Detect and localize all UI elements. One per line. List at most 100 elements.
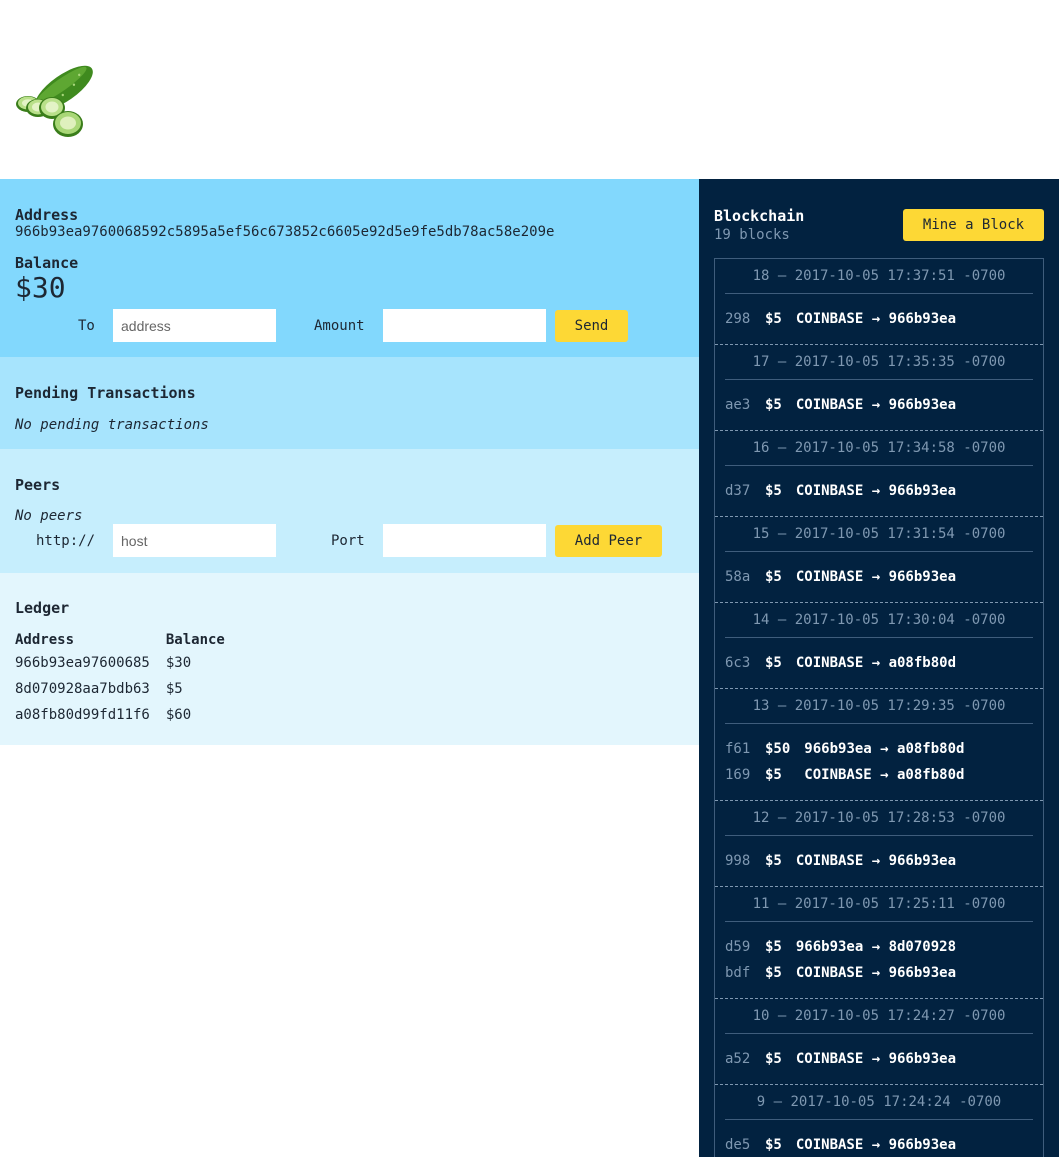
ledger-balance: $30	[165, 655, 192, 671]
send-button[interactable]: Send	[555, 310, 628, 342]
ledger-balance: $60	[165, 707, 192, 723]
transaction-row: bdf $5 COINBASE → 966b93ea	[725, 960, 1033, 986]
block-card: 10 — 2017-10-05 17:24:27 -0700 a52 $5 COIN…	[715, 999, 1043, 1085]
wallet-column: Address 966b93ea9760068592c5895a5ef56c67…	[0, 179, 699, 745]
mine-block-button[interactable]: Mine a Block	[903, 209, 1044, 241]
ledger-col-balance: Balance	[165, 632, 225, 648]
tx-id: bdf	[725, 965, 751, 981]
ledger-table: Address Balance 966b93ea97600685 $30 8d0…	[15, 630, 241, 728]
transaction-row: 298 $5 COINBASE → 966b93ea	[725, 306, 1033, 332]
tx-amount: $5	[765, 397, 782, 413]
block-card: 18 — 2017-10-05 17:37:51 -0700 298 $5 COIN…	[715, 259, 1043, 345]
block-card: 9 — 2017-10-05 17:24:24 -0700 de5 $5 COINB…	[715, 1085, 1043, 1157]
ledger-balance: $5	[165, 681, 183, 697]
tx-amount: $5	[765, 1137, 782, 1153]
pending-empty-text: No pending transactions	[15, 417, 209, 433]
send-form: To Amount Send	[0, 309, 699, 343]
protocol-label: http://	[36, 533, 96, 549]
address-label: Address	[15, 206, 79, 224]
cucumber-icon	[16, 65, 93, 137]
block-list: 18 — 2017-10-05 17:37:51 -0700 298 $5 COIN…	[714, 258, 1044, 1157]
transaction-row: 58a $5 COINBASE → 966b93ea	[725, 564, 1033, 590]
tx-flow: COINBASE → 966b93ea	[795, 483, 957, 499]
wallet-section: Address 966b93ea9760068592c5895a5ef56c67…	[0, 179, 699, 357]
block-count: 19 blocks	[714, 227, 790, 243]
tx-amount: $5	[765, 853, 782, 869]
to-address-input[interactable]	[113, 309, 276, 342]
transaction-row: 6c3 $5 COINBASE → a08fb80d	[725, 650, 1033, 676]
port-label: Port	[331, 533, 365, 549]
block-header: 12 — 2017-10-05 17:28:53 -0700	[725, 801, 1033, 836]
block-header: 17 — 2017-10-05 17:35:35 -0700	[725, 345, 1033, 380]
tx-flow: COINBASE → 966b93ea	[795, 1137, 957, 1153]
transaction-row: d59 $5 966b93ea → 8d070928	[725, 934, 1033, 960]
tx-amount: $50	[765, 741, 791, 757]
tx-id: d37	[725, 483, 751, 499]
peers-section: Peers No peers http:// Port Add Peer	[0, 449, 699, 573]
tx-flow: COINBASE → 966b93ea	[795, 569, 957, 585]
transaction-row: 169 $5 COINBASE → a08fb80d	[725, 762, 1033, 788]
tx-id: 58a	[725, 569, 751, 585]
tx-flow: COINBASE → 966b93ea	[795, 853, 957, 869]
to-label: To	[78, 318, 95, 334]
tx-flow: 966b93ea → 8d070928	[795, 939, 957, 955]
block-header: 15 — 2017-10-05 17:31:54 -0700	[725, 517, 1033, 552]
amount-input[interactable]	[383, 309, 546, 342]
block-header: 9 — 2017-10-05 17:24:24 -0700	[725, 1085, 1033, 1120]
tx-flow: COINBASE → a08fb80d	[795, 655, 957, 671]
tx-id: de5	[725, 1137, 751, 1153]
port-input[interactable]	[383, 524, 546, 557]
transaction-row: de5 $5 COINBASE → 966b93ea	[725, 1132, 1033, 1157]
block-card: 13 — 2017-10-05 17:29:35 -0700 f61 $50 966…	[715, 689, 1043, 801]
header	[0, 0, 1059, 179]
ledger-title: Ledger	[15, 599, 70, 617]
tx-flow: COINBASE → a08fb80d	[795, 767, 965, 783]
tx-amount: $5	[765, 965, 782, 981]
transaction-row: a52 $5 COINBASE → 966b93ea	[725, 1046, 1033, 1072]
tx-id: ae3	[725, 397, 751, 413]
tx-amount: $5	[765, 767, 782, 783]
block-card: 15 — 2017-10-05 17:31:54 -0700 58a $5 COIN…	[715, 517, 1043, 603]
blockchain-title: Blockchain	[714, 207, 805, 225]
address-value: 966b93ea9760068592c5895a5ef56c673852c660…	[15, 224, 555, 240]
ledger-address: 8d070928aa7bdb63	[15, 681, 150, 697]
transaction-row: f61 $50 966b93ea → a08fb80d	[725, 736, 1033, 762]
balance-label: Balance	[15, 254, 79, 272]
add-peer-button[interactable]: Add Peer	[555, 525, 662, 557]
ledger-header-row: Address Balance	[15, 630, 241, 650]
host-input[interactable]	[113, 524, 276, 557]
tx-amount: $5	[765, 569, 782, 585]
transaction-row: 998 $5 COINBASE → 966b93ea	[725, 848, 1033, 874]
block-card: 16 — 2017-10-05 17:34:58 -0700 d37 $5 COIN…	[715, 431, 1043, 517]
tx-id: d59	[725, 939, 751, 955]
table-row: 8d070928aa7bdb63 $5	[15, 676, 241, 702]
tx-amount: $5	[765, 311, 782, 327]
block-header: 16 — 2017-10-05 17:34:58 -0700	[725, 431, 1033, 466]
tx-id: 998	[725, 853, 751, 869]
table-row: a08fb80d99fd11f6 $60	[15, 702, 241, 728]
amount-label: Amount	[314, 318, 365, 334]
ledger-section: Ledger Address Balance 966b93ea97600685 …	[0, 573, 699, 745]
transaction-row: d37 $5 COINBASE → 966b93ea	[725, 478, 1033, 504]
block-card: 12 — 2017-10-05 17:28:53 -0700 998 $5 COIN…	[715, 801, 1043, 887]
tx-id: f61	[725, 741, 751, 757]
add-peer-form: http:// Port Add Peer	[0, 524, 699, 558]
tx-id: 6c3	[725, 655, 751, 671]
ledger-col-address: Address	[15, 632, 75, 648]
tx-amount: $5	[765, 655, 782, 671]
block-card: 14 — 2017-10-05 17:30:04 -0700 6c3 $5 COIN…	[715, 603, 1043, 689]
pending-section: Pending Transactions No pending transact…	[0, 357, 699, 449]
block-header: 13 — 2017-10-05 17:29:35 -0700	[725, 689, 1033, 724]
block-card: 11 — 2017-10-05 17:25:11 -0700 d59 $5 966b…	[715, 887, 1043, 999]
tx-flow: COINBASE → 966b93ea	[795, 311, 957, 327]
tx-flow: COINBASE → 966b93ea	[795, 1051, 957, 1067]
block-header: 11 — 2017-10-05 17:25:11 -0700	[725, 887, 1033, 922]
tx-id: 298	[725, 311, 751, 327]
tx-flow: COINBASE → 966b93ea	[795, 965, 957, 981]
transaction-row: ae3 $5 COINBASE → 966b93ea	[725, 392, 1033, 418]
block-header: 18 — 2017-10-05 17:37:51 -0700	[725, 259, 1033, 294]
table-row: 966b93ea97600685 $30	[15, 650, 241, 676]
ledger-address: a08fb80d99fd11f6	[15, 707, 150, 723]
tx-flow: COINBASE → 966b93ea	[795, 397, 957, 413]
pending-title: Pending Transactions	[15, 384, 196, 402]
